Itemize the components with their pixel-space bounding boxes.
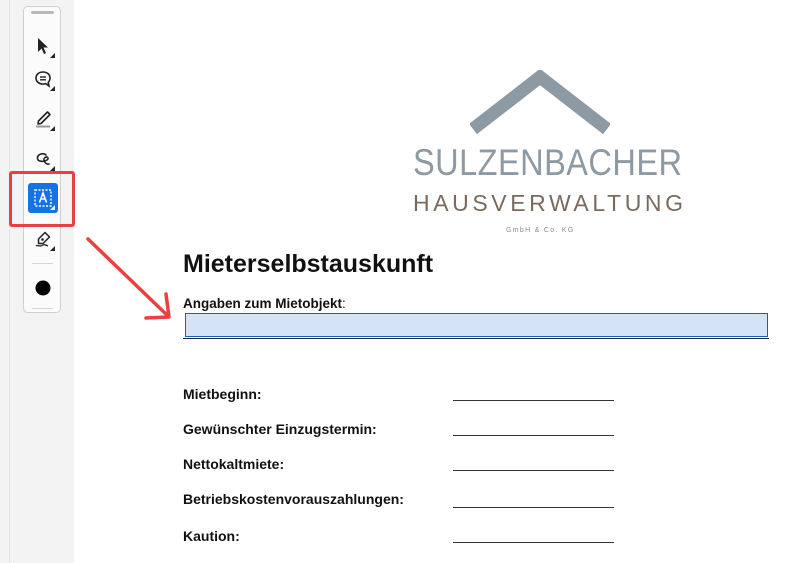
submenu-indicator (50, 53, 55, 58)
object-field-underline (183, 338, 769, 339)
annotation-arrow-icon (86, 237, 171, 320)
form-line-mietbeginn (453, 400, 614, 401)
object-field-label-colon: : (342, 296, 346, 311)
page-title: Mieterselbstauskunft (183, 250, 434, 278)
object-field-label-text: Angaben zum Mietobjekt (183, 296, 343, 311)
submenu-indicator (50, 86, 55, 91)
highlight-tool-button[interactable] (28, 104, 58, 134)
draw-tool-button[interactable] (28, 144, 58, 174)
comment-tool-button[interactable] (28, 64, 58, 94)
sign-tool-button[interactable] (28, 224, 58, 254)
form-label-kaution: Kaution: (183, 528, 240, 544)
color-picker-button[interactable] (28, 273, 58, 303)
form-label-nettokaltmiete: Nettokaltmiete: (183, 456, 285, 472)
submenu-indicator (50, 246, 55, 251)
toolbar-drag-handle[interactable] (31, 11, 54, 14)
rental-object-input[interactable] (185, 313, 768, 337)
cursor-arrow-icon (38, 38, 48, 54)
company-logo-subtitle: HAUSVERWALTUNG (413, 190, 687, 216)
form-line-betriebskosten (453, 507, 614, 508)
toolbar-separator (32, 308, 53, 309)
submenu-indicator (50, 126, 55, 131)
form-line-einzugstermin (453, 435, 614, 436)
form-label-betriebskosten: Betriebskostenvorauszahlungen: (183, 491, 404, 507)
object-field-label: Angaben zum Mietobjekt: (183, 296, 346, 311)
company-logo-roof-icon (470, 70, 610, 135)
form-label-einzugstermin: Gewünschter Einzugstermin: (183, 421, 377, 437)
company-legal-form: GmbH & Co. KG (506, 227, 575, 234)
company-logo-title: SULZENBACHER (413, 142, 683, 183)
select-tool-button[interactable] (28, 31, 58, 61)
annotation-toolbar (23, 6, 61, 313)
form-line-nettokaltmiete (453, 470, 614, 471)
black-dot-icon (35, 280, 51, 296)
toolbar-separator (32, 263, 53, 264)
form-line-kaution (453, 542, 614, 543)
form-label-mietbeginn: Mietbeginn: (183, 386, 262, 402)
annotation-highlight-box (9, 171, 75, 227)
gutter-edge (9, 0, 10, 563)
